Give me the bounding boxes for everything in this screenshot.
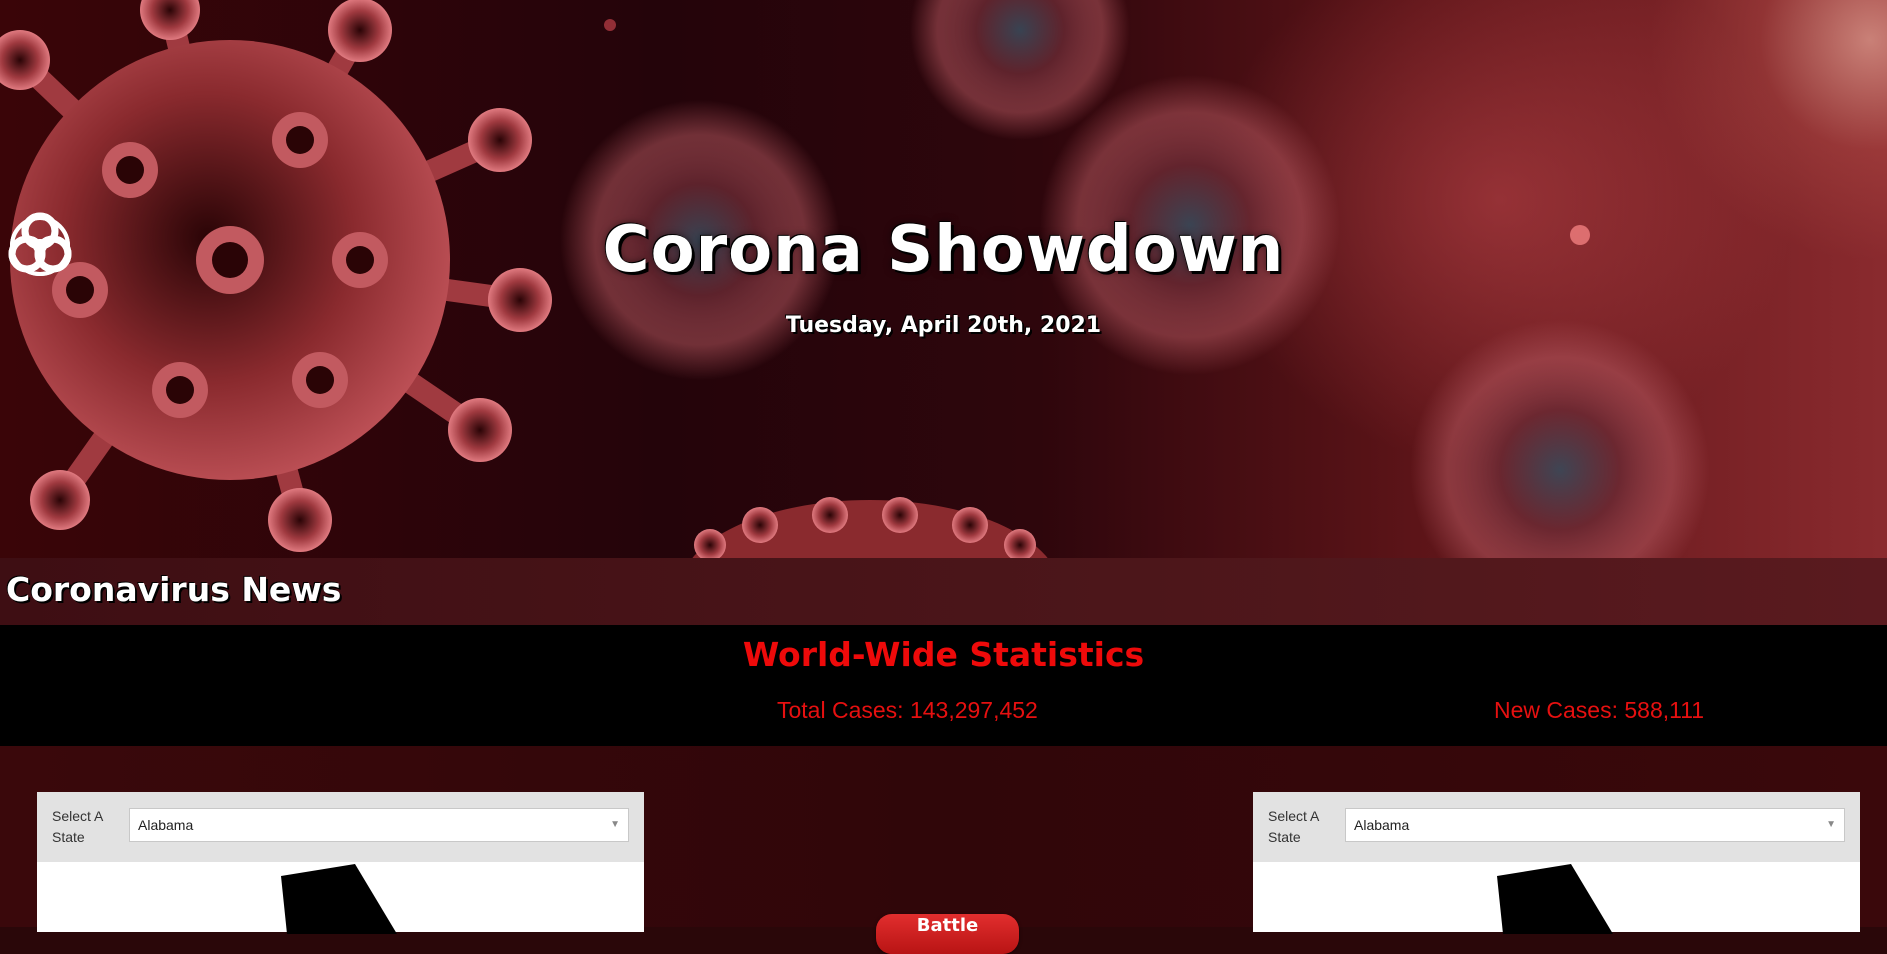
- world-statistics: World-Wide Statistics Total Cases: 143,2…: [0, 625, 1887, 746]
- battle-area: Select A State Alabama ▼ Select A State …: [0, 746, 1887, 954]
- total-cases: Total Cases: 143,297,452: [777, 697, 1038, 723]
- left-state-panel: Select A State Alabama ▼: [37, 792, 644, 934]
- selected-state: Alabama: [138, 817, 194, 833]
- state-selector-header: Select A State Alabama ▼: [1253, 792, 1860, 862]
- select-state-label: Select A State: [1268, 808, 1319, 845]
- battle-button[interactable]: Battle: [876, 914, 1019, 954]
- left-state-dropdown[interactable]: Alabama ▼: [129, 808, 629, 842]
- site-title: Corona Showdown: [0, 205, 1887, 287]
- right-state-dropdown[interactable]: Alabama ▼: [1345, 808, 1845, 842]
- news-heading: Coronavirus News: [6, 570, 342, 609]
- current-date: Tuesday, April 20th, 2021: [785, 313, 1102, 338]
- caret-down-icon: ▼: [610, 819, 620, 830]
- new-cases: New Cases: 588,111: [1494, 697, 1705, 723]
- state-map-shape: [1497, 864, 1613, 934]
- state-map-shape: [281, 864, 397, 934]
- state-selector-header: Select A State Alabama ▼: [37, 792, 644, 862]
- select-state-label: Select A State: [52, 808, 103, 845]
- caret-down-icon: ▼: [1826, 819, 1836, 830]
- right-state-panel: Select A State Alabama ▼: [1253, 792, 1860, 934]
- hero-banner: Corona Showdown Tuesday, April 20th, 202…: [0, 0, 1887, 558]
- biohazard-icon: [8, 205, 1364, 285]
- biohazard-icon: [8, 205, 603, 285]
- news-section: Coronavirus News: [0, 558, 1887, 625]
- site-title-text: Corona Showdown: [602, 213, 1285, 287]
- selected-state: Alabama: [1354, 817, 1410, 833]
- stats-heading: World-Wide Statistics: [742, 635, 1145, 674]
